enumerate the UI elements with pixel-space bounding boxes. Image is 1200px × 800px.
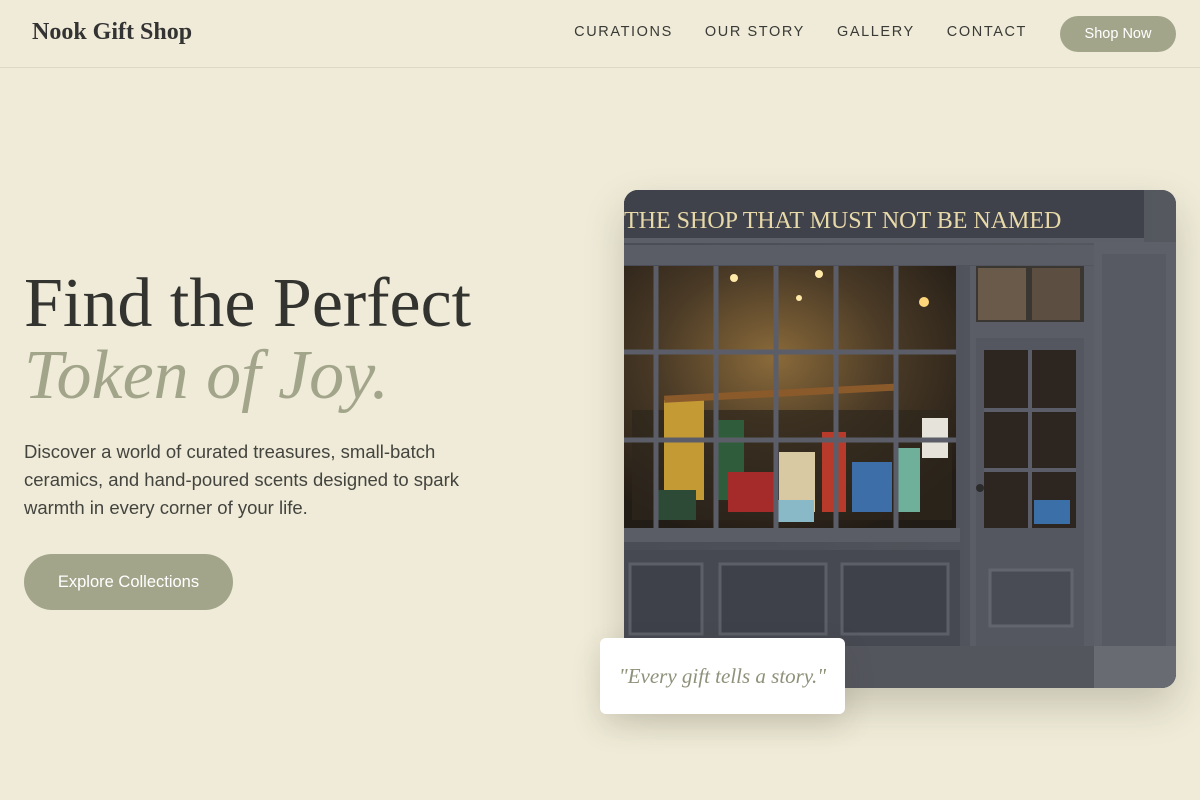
hero-title-line2: Token of Joy. [24,337,389,414]
storefront-image: THE SHOP THAT MUST NOT BE NAMED [624,190,1176,688]
nav-link-our-story[interactable]: OUR STORY [705,24,805,40]
hero-title-line1: Find the Perfect [24,265,472,342]
shop-sign-text: THE SHOP THAT MUST NOT BE NAMED [624,208,1061,234]
quote-card: "Every gift tells a story." [600,638,845,714]
main-nav: CURATIONS OUR STORY GALLERY CONTACT [574,24,1027,40]
hero-description: Discover a world of curated treasures, s… [24,441,460,518]
site-header: Nook Gift Shop CURATIONS OUR STORY GALLE… [0,0,1200,68]
nav-link-gallery[interactable]: GALLERY [837,24,915,40]
nav-link-contact[interactable]: CONTACT [947,24,1027,40]
explore-collections-button[interactable]: Explore Collections [24,554,233,610]
nav-link-curations[interactable]: CURATIONS [574,24,673,40]
hero-title: Find the Perfect Token of Joy. [24,268,584,412]
shop-now-button[interactable]: Shop Now [1060,16,1176,52]
quote-text: "Every gift tells a story." [618,663,827,688]
brand-logo[interactable]: Nook Gift Shop [32,19,192,46]
